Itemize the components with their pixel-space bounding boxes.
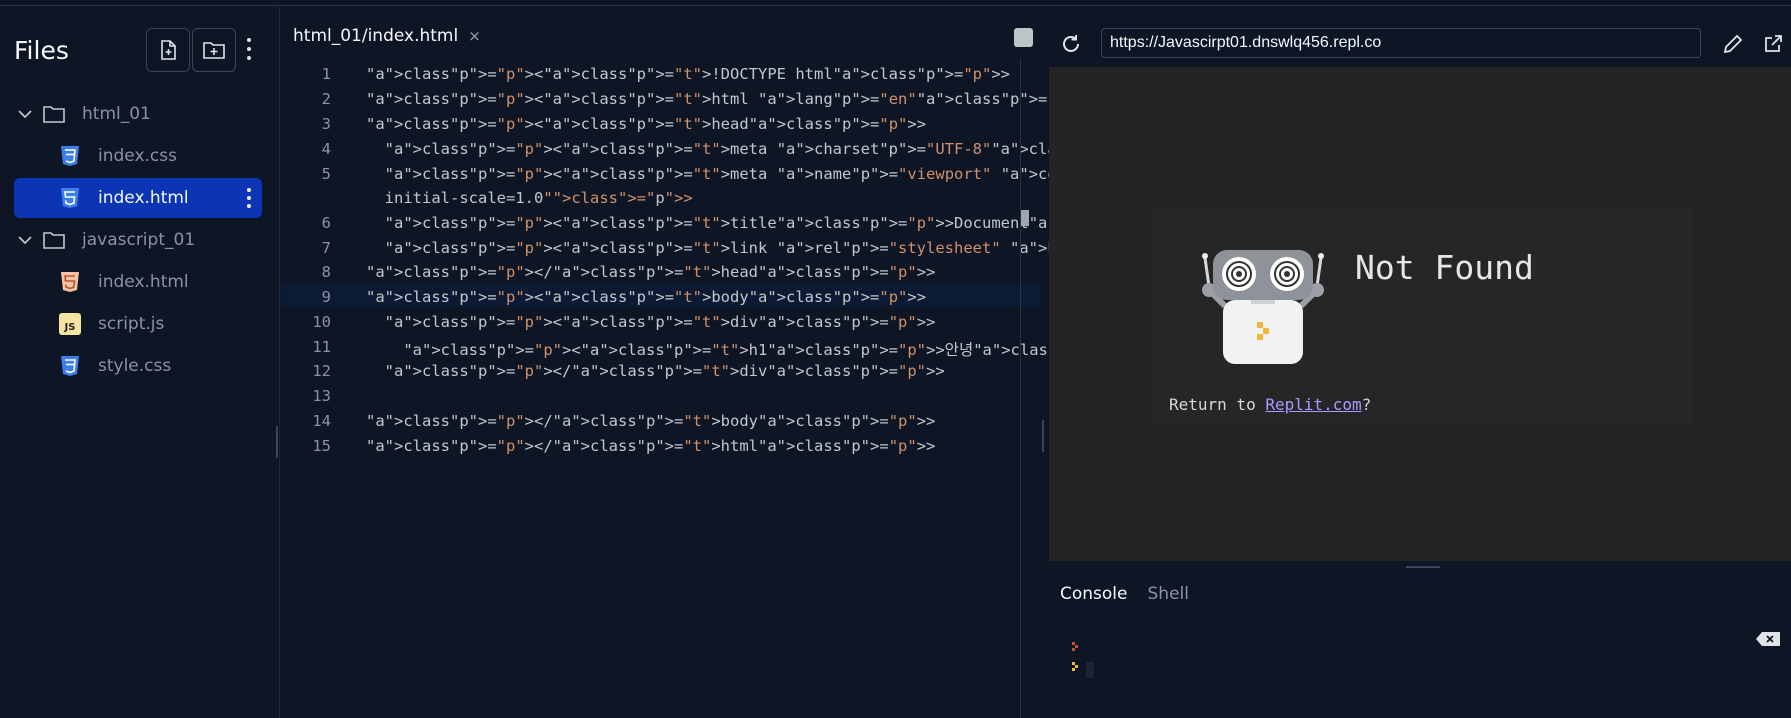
files-panel: Files html_01 index.css index.html javas…	[0, 6, 280, 718]
console-resize-handle[interactable]	[1406, 566, 1440, 568]
clear-console-icon[interactable]	[1755, 631, 1781, 647]
return-suffix: ?	[1361, 395, 1372, 414]
file-menu-button[interactable]	[246, 186, 252, 210]
line-number: 5	[321, 165, 331, 183]
code-line-wrapped: initial-scale=1.0"">class">="p">>	[366, 189, 693, 207]
code-line: "a">class"p">="p"><"a">class"p">="t">div…	[384, 313, 936, 331]
tree-folder-html01[interactable]: html_01	[14, 94, 262, 134]
js-file-icon: JS	[58, 312, 82, 336]
line-number: 4	[321, 140, 331, 158]
files-title: Files	[14, 36, 69, 65]
code-line: "a">class"p">="p"><"a">class"p">="t">bod…	[366, 288, 927, 306]
line-number: 2	[321, 90, 331, 108]
code-line: "a">class"p">="p"><"a">class"p">="t">hea…	[366, 115, 927, 133]
console-tabs: Console Shell	[1060, 584, 1189, 604]
tree-item-label: script.js	[98, 314, 165, 334]
prompt-icon	[1072, 662, 1078, 671]
code-editor: html_01/index.html × 1 2 3 4 5 6 7 8 9 1…	[281, 6, 1607, 718]
webview-panel: https://Javascirpt01.dnswlq456.repl.co N…	[1049, 6, 1791, 718]
tab-console[interactable]: Console	[1060, 584, 1128, 604]
tree-file-style-css[interactable]: style.css	[14, 346, 262, 386]
files-menu-button[interactable]	[244, 36, 254, 62]
code-line: "a">class"p">="p"></"a">class"p">="t">he…	[366, 263, 936, 281]
svg-text:JS: JS	[64, 322, 76, 333]
html-file-icon	[58, 270, 82, 294]
folder-plus-icon	[203, 42, 225, 59]
code-line: "a">class"p">="p"></"a">class"p">="t">ht…	[366, 437, 936, 455]
tree-item-label: index.css	[98, 146, 177, 166]
line-number: 1	[321, 65, 331, 83]
prompt-icon	[1072, 642, 1078, 651]
replit-link[interactable]: Replit.com	[1265, 395, 1361, 414]
line-number: 10	[312, 313, 331, 331]
tree-file-index-html-selected[interactable]: index.html	[14, 178, 262, 218]
editor-scrollbar-track[interactable]	[1020, 58, 1021, 718]
css-file-icon	[58, 354, 82, 378]
reload-icon[interactable]	[1059, 32, 1083, 56]
file-plus-icon	[161, 40, 176, 60]
return-text: Return to Replit.com?	[1169, 395, 1371, 414]
editor-tab[interactable]: html_01/index.html ×	[293, 26, 481, 46]
chevron-down-icon	[18, 230, 34, 250]
tab-shell[interactable]: Shell	[1148, 584, 1189, 604]
line-number: 3	[321, 115, 331, 133]
code-line: "a">class"p">="p"></"a">class"p">="t">bo…	[366, 412, 936, 430]
console-cursor[interactable]	[1086, 662, 1094, 678]
url-bar[interactable]: https://Javascirpt01.dnswlq456.repl.co	[1101, 28, 1701, 58]
editor-resize-handle[interactable]	[1042, 420, 1044, 452]
folder-icon	[42, 228, 66, 252]
tree-item-label: style.css	[98, 356, 172, 376]
tree-file-index-css[interactable]: index.css	[14, 136, 262, 176]
tree-item-label: index.html	[98, 188, 189, 208]
stop-icon[interactable]	[1014, 28, 1033, 47]
editor-scrollbar-thumb[interactable]	[1021, 210, 1029, 226]
code-line: "a">class"p">="p"><"a">class"p">="t">htm…	[366, 90, 1094, 108]
tree-item-label: html_01	[82, 104, 151, 124]
close-icon[interactable]: ×	[468, 27, 481, 45]
not-found-heading: Not Found	[1355, 248, 1534, 287]
robot-illustration	[1202, 250, 1324, 364]
preview-frame[interactable]: Not Found Return to Replit.com?	[1049, 67, 1791, 561]
new-file-button[interactable]	[146, 28, 190, 72]
tree-item-label: javascript_01	[82, 230, 196, 250]
tab-label: html_01/index.html	[293, 26, 459, 46]
open-new-tab-icon[interactable]	[1761, 32, 1785, 56]
pencil-icon[interactable]	[1721, 32, 1745, 56]
line-number: 15	[312, 437, 331, 455]
tree-folder-javascript01[interactable]: javascript_01	[14, 220, 262, 260]
line-number: 11	[312, 338, 331, 356]
return-prefix: Return to	[1169, 395, 1266, 414]
line-number: 13	[312, 387, 331, 405]
code-line: "a">class"p">="p"></"a">class"p">="t">di…	[384, 362, 945, 380]
line-number: 7	[321, 239, 331, 257]
line-number: 12	[312, 362, 331, 380]
line-number: 14	[312, 412, 331, 430]
chevron-down-icon	[18, 104, 34, 124]
new-folder-button[interactable]	[192, 28, 236, 72]
tree-item-label: index.html	[98, 272, 189, 292]
line-number: 8	[321, 263, 331, 281]
folder-icon	[42, 102, 66, 126]
files-resize-handle[interactable]	[276, 426, 278, 458]
line-number: 9	[321, 288, 331, 306]
line-number: 6	[321, 214, 331, 232]
html-file-icon	[58, 186, 82, 210]
css-file-icon	[58, 144, 82, 168]
tree-file-script-js[interactable]: JS script.js	[14, 304, 262, 344]
code-line: "a">class"p">="p"><"a">class"p">="t">!DO…	[366, 65, 1011, 83]
tree-file-index-html[interactable]: index.html	[14, 262, 262, 302]
